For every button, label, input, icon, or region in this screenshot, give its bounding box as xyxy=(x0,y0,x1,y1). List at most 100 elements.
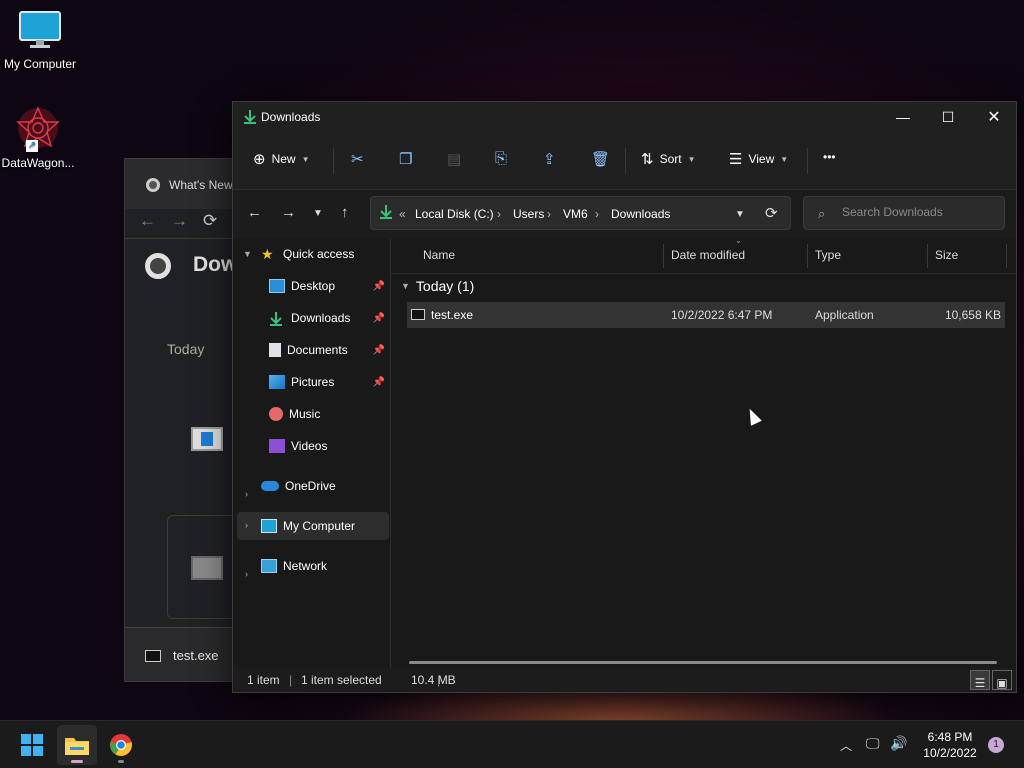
nav-onedrive[interactable]: OneDrive xyxy=(261,472,389,500)
nav-quick-access[interactable]: ★ Quick access xyxy=(261,240,389,268)
network-status-icon[interactable]: 🖵 xyxy=(866,735,880,752)
rename-button[interactable]: ⎘ xyxy=(495,150,507,167)
clock-time: 6:48 PM xyxy=(927,730,973,744)
videos-icon xyxy=(269,439,285,453)
download-shelf-item[interactable]: test.exe xyxy=(173,648,219,663)
breadcrumb-vm6[interactable]: VM6 xyxy=(563,207,588,221)
minimize-button[interactable]: — xyxy=(880,102,926,132)
column-divider[interactable] xyxy=(807,244,808,268)
desktop-icon-my-computer[interactable]: My Computer xyxy=(0,10,80,71)
nav-documents[interactable]: Documents 📌 xyxy=(269,336,389,364)
running-indicator xyxy=(118,760,124,763)
address-bar[interactable]: « Local Disk (C:) › Users › VM6 › Downlo… xyxy=(370,196,791,230)
desktop-icon-datawagon[interactable]: ↗ DataWagon... xyxy=(0,104,78,170)
nav-pictures[interactable]: Pictures 📌 xyxy=(269,368,389,396)
collapse-chevron-icon[interactable]: ▼ xyxy=(401,281,410,291)
windows-logo-icon xyxy=(21,734,43,756)
nav-videos[interactable]: Videos xyxy=(269,432,389,460)
address-row: ← → ▼ ↑ « Local Disk (C:) › Users › VM6 … xyxy=(233,190,1016,238)
nav-network[interactable]: Network xyxy=(261,552,389,580)
column-divider[interactable] xyxy=(927,244,928,268)
expand-chevron-icon[interactable]: ▼ xyxy=(243,249,252,259)
nav-desktop[interactable]: Desktop 📌 xyxy=(269,272,389,300)
refresh-icon[interactable]: ⟳ xyxy=(765,204,778,222)
tiles-view-button[interactable]: ▣ xyxy=(992,670,1012,690)
browser-window[interactable]: What's New ← → ⟳ Dow Today test.exe xyxy=(124,158,234,682)
file-list: Name ⌄ Date modified Type Size ▼ Today (… xyxy=(391,236,1016,670)
clipboard-icon: ▤ xyxy=(447,151,462,168)
pin-icon[interactable]: 📌 xyxy=(373,313,385,324)
volume-icon[interactable]: 🔊 xyxy=(890,735,907,752)
view-button[interactable]: ☰ View ▼ xyxy=(729,150,788,168)
share-button[interactable]: ⇪ xyxy=(543,150,556,168)
nav-label: Pictures xyxy=(291,375,335,389)
file-row[interactable]: test.exe 10/2/2022 6:47 PM Application 1… xyxy=(407,302,1005,328)
search-box[interactable]: ⌕ xyxy=(803,196,1005,230)
column-divider[interactable] xyxy=(1006,244,1007,268)
paste-button[interactable]: ▤ xyxy=(447,150,461,168)
show-hidden-icons-chevron-icon[interactable]: ︿ xyxy=(840,737,852,754)
nav-downloads[interactable]: Downloads 📌 xyxy=(269,304,389,332)
delete-button[interactable]: 🗑 xyxy=(591,150,610,168)
pin-icon[interactable]: 📌 xyxy=(373,345,385,356)
close-button[interactable]: ✕ xyxy=(971,102,1017,132)
file-explorer-window[interactable]: Downloads — ☐ ✕ ⊕ New ▼ ✂ ❐ ▤ ⎘ ⇪ 🗑 ⇅ So… xyxy=(232,101,1017,693)
group-header-today[interactable]: ▼ Today (1) xyxy=(401,278,474,294)
new-button[interactable]: ⊕ New ▼ xyxy=(253,150,310,168)
recent-locations-chevron-icon[interactable]: ▼ xyxy=(313,208,323,219)
cut-button[interactable]: ✂ xyxy=(351,150,364,168)
search-input[interactable] xyxy=(842,205,992,219)
horizontal-scrollbar[interactable] xyxy=(409,661,997,664)
forward-arrow-icon[interactable]: → xyxy=(281,204,296,221)
details-view-button[interactable]: ☰ xyxy=(970,670,990,690)
file-thumbnail-icon[interactable] xyxy=(191,427,223,451)
breadcrumb-separator: › xyxy=(547,207,551,221)
breadcrumb-overflow[interactable]: « xyxy=(399,207,406,221)
folder-icon xyxy=(65,738,89,755)
nav-my-computer[interactable]: › My Computer xyxy=(237,512,389,540)
new-button-label: New xyxy=(271,152,296,166)
pin-icon[interactable]: 📌 xyxy=(373,377,385,388)
column-header-size[interactable]: Size xyxy=(935,248,958,262)
cloud-icon xyxy=(261,481,279,491)
breadcrumb-local-disk[interactable]: Local Disk (C:) xyxy=(415,207,494,221)
start-button[interactable] xyxy=(12,725,52,765)
nav-music[interactable]: Music xyxy=(269,400,389,428)
file-type: Application xyxy=(815,308,874,322)
address-dropdown-chevron-icon[interactable]: ▼ xyxy=(735,209,745,220)
pin-icon[interactable]: 📌 xyxy=(373,281,385,292)
chrome-logo-icon xyxy=(145,253,171,279)
toolbar-divider xyxy=(333,148,334,174)
taskbar-chrome[interactable] xyxy=(101,725,141,765)
column-header-name[interactable]: Name xyxy=(423,248,455,262)
expand-chevron-icon[interactable]: › xyxy=(245,489,248,499)
download-icon xyxy=(269,311,285,326)
shortcut-arrow-icon: ↗ xyxy=(26,140,38,152)
taskbar-file-explorer[interactable] xyxy=(57,725,97,765)
column-divider[interactable] xyxy=(663,244,664,268)
browser-tab[interactable]: What's New xyxy=(169,178,233,192)
notification-badge[interactable]: 1 xyxy=(988,737,1004,753)
sort-button[interactable]: ⇅ Sort ▼ xyxy=(641,150,696,168)
status-bar: 1 item | 1 item selected 10.4 MB | ☰ ▣ xyxy=(233,668,1016,692)
breadcrumb-users[interactable]: Users xyxy=(513,207,544,221)
copy-button[interactable]: ❐ xyxy=(399,150,412,168)
expand-chevron-icon[interactable]: › xyxy=(245,520,248,530)
forward-arrow-icon[interactable]: → xyxy=(171,211,188,231)
title-bar[interactable]: Downloads — ☐ ✕ xyxy=(233,102,1016,132)
column-header-date[interactable]: Date modified xyxy=(671,248,745,262)
file-thumbnail-icon[interactable] xyxy=(191,556,223,580)
reload-icon[interactable]: ⟳ xyxy=(203,211,217,231)
section-heading: Today xyxy=(167,341,205,357)
maximize-button[interactable]: ☐ xyxy=(925,102,971,132)
expand-chevron-icon[interactable]: › xyxy=(245,569,248,579)
mouse-pointer-icon xyxy=(744,406,762,426)
more-options-button[interactable]: ••• xyxy=(823,150,836,164)
up-arrow-icon[interactable]: ↑ xyxy=(341,204,349,221)
clock[interactable]: 6:48 PM 10/2/2022 xyxy=(916,729,984,761)
breadcrumb-downloads[interactable]: Downloads xyxy=(611,207,670,221)
breadcrumb-separator: › xyxy=(595,207,599,221)
back-arrow-icon[interactable]: ← xyxy=(247,204,262,221)
back-arrow-icon[interactable]: ← xyxy=(139,211,156,231)
column-header-type[interactable]: Type xyxy=(815,248,841,262)
